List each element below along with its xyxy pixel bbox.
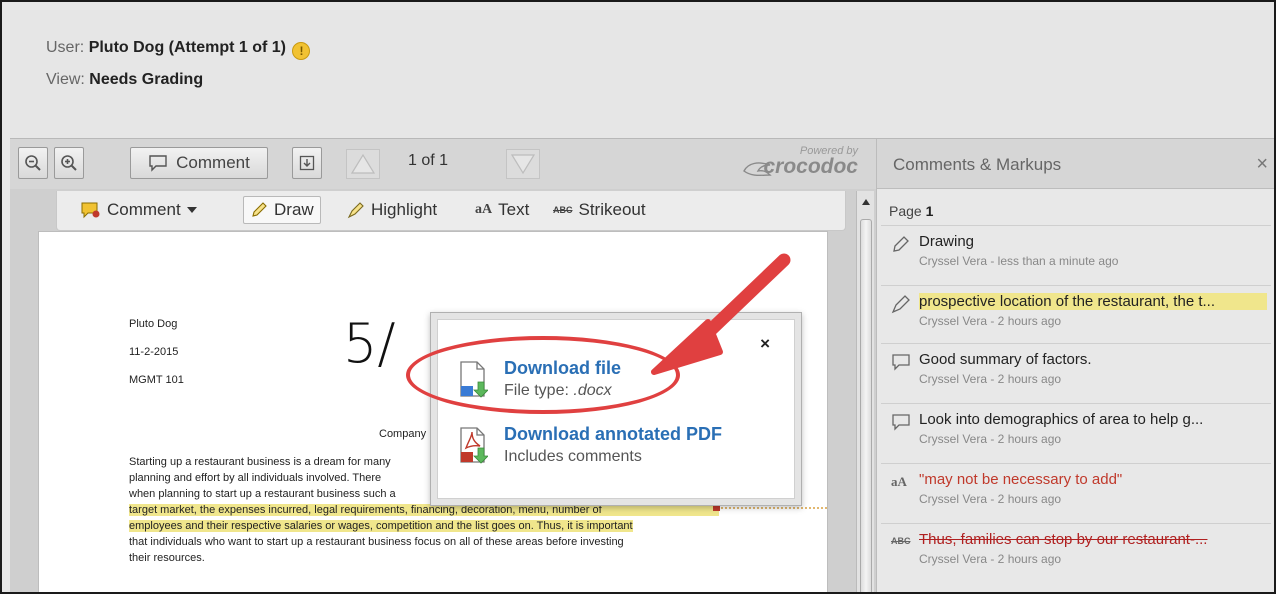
document-scrollbar[interactable] <box>856 191 874 592</box>
comments-panel: Comments & Markups × Page 1 Drawing Crys… <box>876 139 1274 592</box>
comment-tool[interactable]: Comment <box>81 200 197 220</box>
panel-title: Comments & Markups <box>893 155 1062 174</box>
download-pdf-label[interactable]: Download annotated PDF <box>504 424 722 445</box>
page-number: 1 <box>925 203 934 219</box>
view-value: Needs Grading <box>89 71 204 88</box>
comment-text: Thus, families can stop by our restauran… <box>919 531 1208 548</box>
comment-text: Look into demographics of area to help g… <box>919 411 1204 428</box>
text-icon: aA <box>891 474 907 489</box>
doc-line-5: employees and their respective salaries … <box>129 520 633 532</box>
popup-close-button[interactable]: × <box>760 334 770 354</box>
comment-item[interactable]: Look into demographics of area to help g… <box>881 403 1271 457</box>
view-row: View: Needs Grading <box>46 64 310 96</box>
brand-name: crocodoc <box>763 155 858 178</box>
strikeout-icon: ABC <box>891 536 911 546</box>
chevron-down-icon <box>186 207 197 213</box>
comment-button-label: Comment <box>176 153 250 172</box>
highlight-tool-label: Highlight <box>371 200 438 219</box>
page-word: Page <box>889 203 922 219</box>
text-icon: aA <box>475 202 493 217</box>
zoom-out-icon <box>25 155 41 171</box>
draw-tool-label: Draw <box>274 200 314 219</box>
zoom-out-button[interactable] <box>18 147 48 179</box>
comment-meta: Cryssel Vera - less than a minute ago <box>919 254 1119 268</box>
warning-icon[interactable]: ! <box>292 42 311 60</box>
pdf-download-icon <box>460 427 488 464</box>
panel-close-button[interactable]: × <box>1256 153 1268 176</box>
doc-title: Company I <box>379 428 433 440</box>
strikeout-tool-label: Strikeout <box>578 200 646 219</box>
zoom-in-button[interactable] <box>54 147 84 179</box>
crocodoc-logo: Powered by crocodoc <box>738 143 862 183</box>
annotation-toolbar: Comment Draw Highlight aA Text ABC Strik… <box>56 191 846 231</box>
comment-item[interactable]: Drawing Cryssel Vera - less than a minut… <box>881 225 1271 279</box>
strikeout-tool[interactable]: ABC Strikeout <box>553 200 646 220</box>
scrollbar-thumb[interactable] <box>860 219 872 592</box>
comment-meta: Cryssel Vera - 2 hours ago <box>919 372 1062 386</box>
highlighter-icon <box>347 202 364 219</box>
panel-header: Comments & Markups × <box>877 139 1274 189</box>
scroll-up-icon[interactable] <box>860 197 872 207</box>
pdf-subtitle: Includes comments <box>504 448 642 465</box>
comment-button[interactable]: Comment <box>130 147 268 179</box>
text-tool[interactable]: aA Text <box>475 200 529 220</box>
draw-tool[interactable]: Draw <box>243 196 321 224</box>
comment-item[interactable]: aA "may not be necessary to add" Cryssel… <box>881 463 1271 517</box>
strikeout-icon: ABC <box>553 205 573 215</box>
zoom-in-icon <box>61 155 77 171</box>
doc-line-6: that individuals who want to start up a … <box>129 536 624 548</box>
app-frame: User: Pluto Dog (Attempt 1 of 1) ! View:… <box>0 0 1276 594</box>
previous-page-button[interactable] <box>346 149 380 179</box>
doc-line-1: Starting up a restaurant business is a d… <box>129 456 391 468</box>
comment-item[interactable]: ABC Thus, families can stop by our resta… <box>881 523 1271 577</box>
highlighter-icon <box>891 295 910 314</box>
comment-text: Drawing <box>919 233 975 250</box>
page-indicator: 1 of 1 <box>408 152 449 169</box>
comment-text: "may not be necessary to add" <box>919 471 1123 488</box>
pencil-icon <box>893 236 909 252</box>
download-icon <box>299 155 315 171</box>
user-name: Pluto Dog (Attempt 1 of 1) <box>88 39 286 56</box>
comment-meta: Cryssel Vera - 2 hours ago <box>919 492 1062 506</box>
highlight-tool[interactable]: Highlight <box>347 200 437 220</box>
comment-text: prospective location of the restaurant, … <box>919 293 1267 310</box>
comment-meta: Cryssel Vera - 2 hours ago <box>919 432 1062 446</box>
comment-item[interactable]: Good summary of factors. Cryssel Vera - … <box>881 343 1271 397</box>
download-pdf-option[interactable]: Download annotated PDF Includes comments <box>458 424 778 472</box>
doc-line-3: when planning to start up a restaurant b… <box>129 488 396 500</box>
comment-meta: Cryssel Vera - 2 hours ago <box>919 552 1062 566</box>
page-group-label: Page 1 <box>889 203 933 219</box>
viewer-toolbar: Comment 1 of 1 Powered by crocodoc <box>10 139 876 189</box>
user-label: User: <box>46 39 85 56</box>
doc-date: 11-2-2015 <box>129 346 179 358</box>
doc-author: Pluto Dog <box>129 318 178 330</box>
speech-bubble-icon <box>892 354 910 371</box>
doc-line-5-text: employees and their respective salaries … <box>129 520 633 532</box>
next-page-button[interactable] <box>506 149 540 179</box>
comment-tool-label: Comment <box>107 200 181 219</box>
callout-ellipse <box>406 336 680 414</box>
speech-bubble-icon <box>892 414 910 431</box>
download-button[interactable] <box>292 147 322 179</box>
comment-pin-icon <box>81 202 100 219</box>
comment-item[interactable]: prospective location of the restaurant, … <box>881 285 1271 339</box>
view-label: View: <box>46 71 85 88</box>
submission-info: User: Pluto Dog (Attempt 1 of 1) ! View:… <box>46 32 311 96</box>
speech-bubble-icon <box>149 155 167 172</box>
doc-line-2: planning and effort by all individuals i… <box>129 472 382 484</box>
comment-meta: Cryssel Vera - 2 hours ago <box>919 314 1062 328</box>
pencil-icon <box>252 202 267 217</box>
doc-line-7: their resources. <box>129 552 205 564</box>
user-row: User: Pluto Dog (Attempt 1 of 1) ! <box>46 32 311 64</box>
handwritten-grade: 5/ <box>343 312 396 375</box>
text-tool-label: Text <box>498 200 530 219</box>
doc-course: MGMT 101 <box>129 374 184 386</box>
comment-text: Good summary of factors. <box>919 351 1092 368</box>
